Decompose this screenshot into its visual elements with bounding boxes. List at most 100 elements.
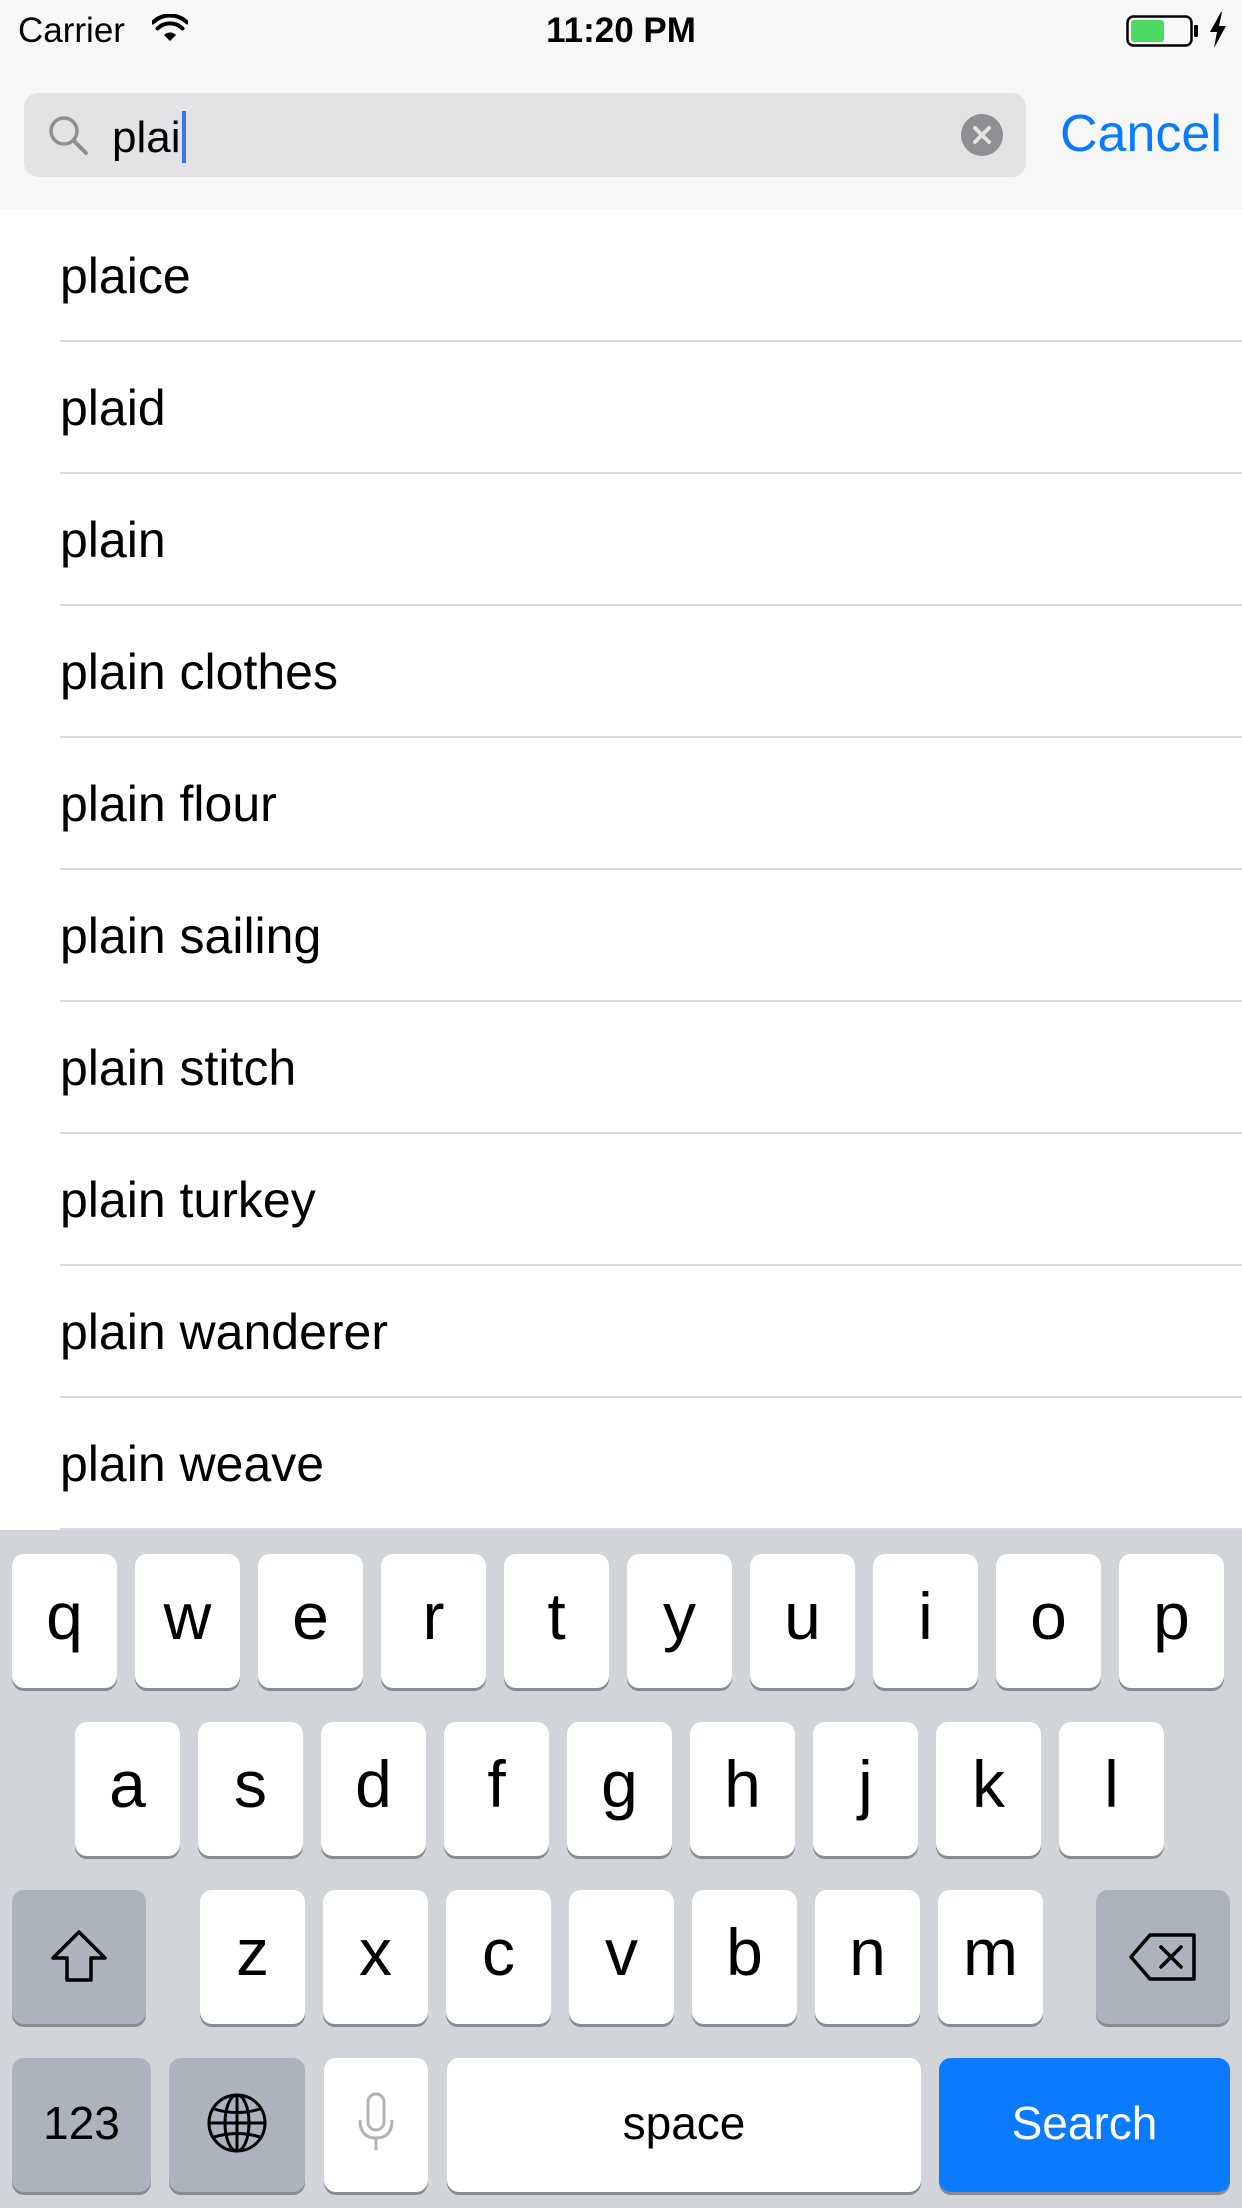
key-z[interactable]: z xyxy=(200,1890,305,2024)
key-p[interactable]: p xyxy=(1119,1554,1224,1688)
key-label: f xyxy=(487,1747,506,1821)
results-list: plaice plaid plain plain clothes plain flour… xyxy=(0,210,1242,1530)
shift-key[interactable] xyxy=(12,1890,146,2024)
key-label: c xyxy=(482,1915,515,1989)
list-item-label: plain wanderer xyxy=(60,1304,388,1360)
key-o[interactable]: o xyxy=(996,1554,1101,1688)
search-input[interactable]: plai xyxy=(24,93,1026,177)
key-label: p xyxy=(1153,1579,1190,1653)
key-i[interactable]: i xyxy=(873,1554,978,1688)
key-label: r xyxy=(422,1579,445,1653)
key-label: w xyxy=(163,1579,212,1653)
key-t[interactable]: t xyxy=(504,1554,609,1688)
search-query-text: plai xyxy=(112,111,186,163)
list-item[interactable]: plaid xyxy=(0,342,1242,474)
list-item[interactable]: plain wanderer xyxy=(0,1266,1242,1398)
key-label: v xyxy=(605,1915,638,1989)
key-label: x xyxy=(359,1915,392,1989)
key-label: q xyxy=(46,1579,83,1653)
screen: Carrier 11:20 PM plai Cancel plaice plai… xyxy=(0,0,1242,2208)
list-item-label: plain flour xyxy=(60,776,277,832)
key-j[interactable]: j xyxy=(813,1722,918,1856)
list-item[interactable]: plain clothes xyxy=(0,606,1242,738)
key-y[interactable]: y xyxy=(627,1554,732,1688)
search-icon xyxy=(49,116,88,155)
search-query-value: plai xyxy=(112,113,181,162)
list-item[interactable]: plain flour xyxy=(0,738,1242,870)
key-label: e xyxy=(292,1579,329,1653)
key-label: n xyxy=(849,1915,886,1989)
key-c[interactable]: c xyxy=(446,1890,551,2024)
microphone-icon xyxy=(324,2092,428,2154)
keyboard: q w e r t y u i o p a s d f g h j k l z x c v b n m 123 space Search xyxy=(0,1530,1242,2208)
key-label: g xyxy=(601,1747,638,1821)
list-item-label: plain stitch xyxy=(60,1040,297,1096)
key-label: t xyxy=(547,1579,566,1653)
clear-text-button[interactable] xyxy=(960,113,1004,157)
delete-key[interactable] xyxy=(1096,1890,1230,2024)
list-item[interactable]: plain sailing xyxy=(0,870,1242,1002)
list-item-label: plain clothes xyxy=(60,644,338,700)
key-label: b xyxy=(726,1915,763,1989)
key-label: z xyxy=(236,1915,269,1989)
list-item-label: plaid xyxy=(60,380,166,436)
space-key[interactable]: space xyxy=(447,2058,921,2192)
list-item-label: plain turkey xyxy=(60,1172,316,1228)
microphone-key[interactable] xyxy=(324,2058,428,2192)
list-item-label: plain weave xyxy=(60,1436,325,1492)
key-g[interactable]: g xyxy=(567,1722,672,1856)
key-k[interactable]: k xyxy=(936,1722,1041,1856)
search-key[interactable]: Search xyxy=(939,2058,1230,2192)
delete-icon xyxy=(1096,1932,1230,1982)
key-l[interactable]: l xyxy=(1059,1722,1164,1856)
key-label: Search xyxy=(1011,2097,1158,2149)
key-n[interactable]: n xyxy=(815,1890,920,2024)
key-h[interactable]: h xyxy=(690,1722,795,1856)
search-header: plai Cancel xyxy=(0,62,1242,210)
key-label: l xyxy=(1104,1747,1119,1821)
key-w[interactable]: w xyxy=(135,1554,240,1688)
key-r[interactable]: r xyxy=(381,1554,486,1688)
key-x[interactable]: x xyxy=(323,1890,428,2024)
key-label: k xyxy=(972,1747,1005,1821)
status-bar: Carrier 11:20 PM xyxy=(0,0,1242,62)
text-cursor xyxy=(181,111,186,163)
key-label: j xyxy=(858,1747,873,1821)
cancel-button[interactable]: Cancel xyxy=(1060,104,1222,164)
numbers-key[interactable]: 123 xyxy=(12,2058,151,2192)
list-item-label: plain sailing xyxy=(60,908,322,964)
key-b[interactable]: b xyxy=(692,1890,797,2024)
globe-icon xyxy=(169,2092,305,2154)
globe-key[interactable] xyxy=(169,2058,305,2192)
key-a[interactable]: a xyxy=(75,1722,180,1856)
key-label: 123 xyxy=(43,2097,120,2149)
key-label: space xyxy=(622,2097,746,2149)
key-label: d xyxy=(355,1747,392,1821)
list-item[interactable]: plain turkey xyxy=(0,1134,1242,1266)
key-m[interactable]: m xyxy=(938,1890,1043,2024)
key-e[interactable]: e xyxy=(258,1554,363,1688)
key-d[interactable]: d xyxy=(321,1722,426,1856)
charging-icon xyxy=(1210,12,1226,48)
key-label: y xyxy=(663,1579,696,1653)
battery-icon xyxy=(1126,15,1198,47)
key-label: m xyxy=(963,1915,1018,1989)
key-v[interactable]: v xyxy=(569,1890,674,2024)
key-label: a xyxy=(109,1747,146,1821)
clock: 11:20 PM xyxy=(546,11,696,50)
key-label: i xyxy=(918,1579,933,1653)
key-label: u xyxy=(784,1579,821,1653)
list-item[interactable]: plaice xyxy=(0,210,1242,342)
key-f[interactable]: f xyxy=(444,1722,549,1856)
key-u[interactable]: u xyxy=(750,1554,855,1688)
list-item[interactable]: plain weave xyxy=(0,1398,1242,1530)
key-label: o xyxy=(1030,1579,1067,1653)
list-item[interactable]: plain xyxy=(0,474,1242,606)
shift-icon xyxy=(12,1928,146,1984)
key-q[interactable]: q xyxy=(12,1554,117,1688)
list-item-label: plaice xyxy=(60,248,191,304)
key-label: h xyxy=(724,1747,761,1821)
list-item[interactable]: plain stitch xyxy=(0,1002,1242,1134)
key-s[interactable]: s xyxy=(198,1722,303,1856)
list-item-label: plain xyxy=(60,512,166,568)
